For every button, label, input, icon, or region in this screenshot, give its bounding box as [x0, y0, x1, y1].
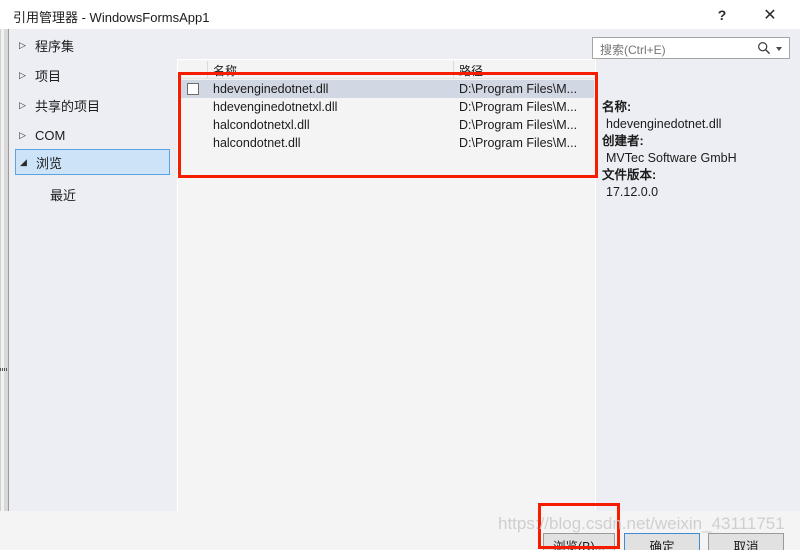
help-icon[interactable]: ? [700, 0, 744, 29]
cell-path: D:\Program Files\M... [459, 100, 578, 114]
sidebar-item-com[interactable]: ▷ COM [15, 122, 170, 148]
chevron-down-icon: ◢ [20, 156, 27, 167]
cell-path: D:\Program Files\M... [459, 82, 578, 96]
table-row[interactable]: hdevenginedotnetxl.dll D:\Program Files\… [179, 98, 594, 116]
title-bar: 引用管理器 - WindowsFormsApp1 ? ✕ [0, 0, 800, 30]
cell-name: halcondotnet.dll [213, 136, 301, 150]
details-value-name: hdevenginedotnet.dll [606, 117, 722, 131]
cell-name: hdevenginedotnetxl.dll [213, 100, 338, 114]
cell-name: hdevenginedotnet.dll [213, 82, 329, 96]
details-value-author: MVTec Software GmbH [606, 151, 737, 165]
column-separator[interactable] [207, 61, 208, 78]
sidebar-item-projects[interactable]: ▷ 项目 [15, 62, 170, 88]
cell-name: halcondotnetxl.dll [213, 118, 310, 132]
sidebar-item-label: 浏览 [36, 155, 63, 171]
reference-list-panel: 名称 路径 hdevenginedotnet.dll D:\Program Fi… [177, 59, 596, 529]
details-label-file-version: 文件版本: [602, 168, 657, 182]
column-header-name[interactable]: 名称 [213, 62, 237, 79]
sidebar-item-assemblies[interactable]: ▷ 程序集 [15, 32, 170, 58]
search-input[interactable] [598, 40, 752, 59]
list-header-row: 名称 路径 [178, 60, 595, 79]
sidebar-item-label: 最近 [50, 187, 77, 203]
pane-splitter[interactable] [0, 29, 9, 511]
sidebar-item-label: 项目 [35, 68, 62, 84]
button-bar: 浏览(B)... 确定 取消 [0, 511, 800, 550]
cell-path: D:\Program Files\M... [459, 118, 578, 132]
chevron-right-icon: ▷ [19, 39, 26, 50]
chevron-right-icon: ▷ [19, 99, 26, 110]
chevron-right-icon: ▷ [19, 69, 26, 80]
table-row[interactable]: hdevenginedotnet.dll D:\Program Files\M.… [179, 80, 594, 98]
cancel-button[interactable]: 取消 [708, 533, 784, 550]
category-sidebar: ▷ 程序集 ▷ 项目 ▷ 共享的项目 ▷ COM ◢ 浏览 最近 [9, 29, 176, 511]
reference-list-rows: hdevenginedotnet.dll D:\Program Files\M.… [179, 80, 594, 152]
ok-button[interactable]: 确定 [624, 533, 700, 550]
sidebar-item-shared-projects[interactable]: ▷ 共享的项目 [15, 92, 170, 118]
chevron-down-icon[interactable] [776, 47, 782, 51]
column-header-path[interactable]: 路径 [459, 62, 483, 79]
column-separator[interactable] [453, 61, 454, 78]
details-label-name: 名称: [602, 100, 632, 114]
chevron-right-icon: ▷ [19, 129, 26, 140]
sidebar-item-label: 程序集 [35, 38, 75, 54]
sidebar-item-recent[interactable]: 最近 [15, 181, 170, 207]
sidebar-item-label: 共享的项目 [35, 98, 101, 114]
search-icon[interactable] [757, 41, 771, 55]
checkbox-icon[interactable] [187, 83, 199, 95]
details-value-file-version: 17.12.0.0 [606, 185, 659, 199]
row-checkbox-cell[interactable] [179, 83, 207, 95]
details-label-author: 创建者: [602, 134, 644, 148]
details-pane: 名称: hdevenginedotnet.dll 创建者: MVTec Soft… [598, 59, 794, 529]
window-title: 引用管理器 - WindowsFormsApp1 [13, 10, 210, 25]
sidebar-item-label: COM [35, 127, 66, 143]
reference-manager-window: 引用管理器 - WindowsFormsApp1 ? ✕ ▷ 程序集 ▷ 项目 … [0, 0, 800, 550]
search-box[interactable] [592, 37, 790, 59]
dialog-body: ▷ 程序集 ▷ 项目 ▷ 共享的项目 ▷ COM ◢ 浏览 最近 名称 路径 h… [0, 29, 800, 550]
browse-button[interactable]: 浏览(B)... [543, 533, 615, 550]
close-icon[interactable]: ✕ [748, 0, 792, 29]
sidebar-item-browse[interactable]: ◢ 浏览 [15, 149, 170, 175]
table-row[interactable]: halcondotnet.dll D:\Program Files\M... [179, 134, 594, 152]
cell-path: D:\Program Files\M... [459, 136, 578, 150]
table-row[interactable]: halcondotnetxl.dll D:\Program Files\M... [179, 116, 594, 134]
splitter-grip-icon[interactable] [0, 368, 8, 371]
